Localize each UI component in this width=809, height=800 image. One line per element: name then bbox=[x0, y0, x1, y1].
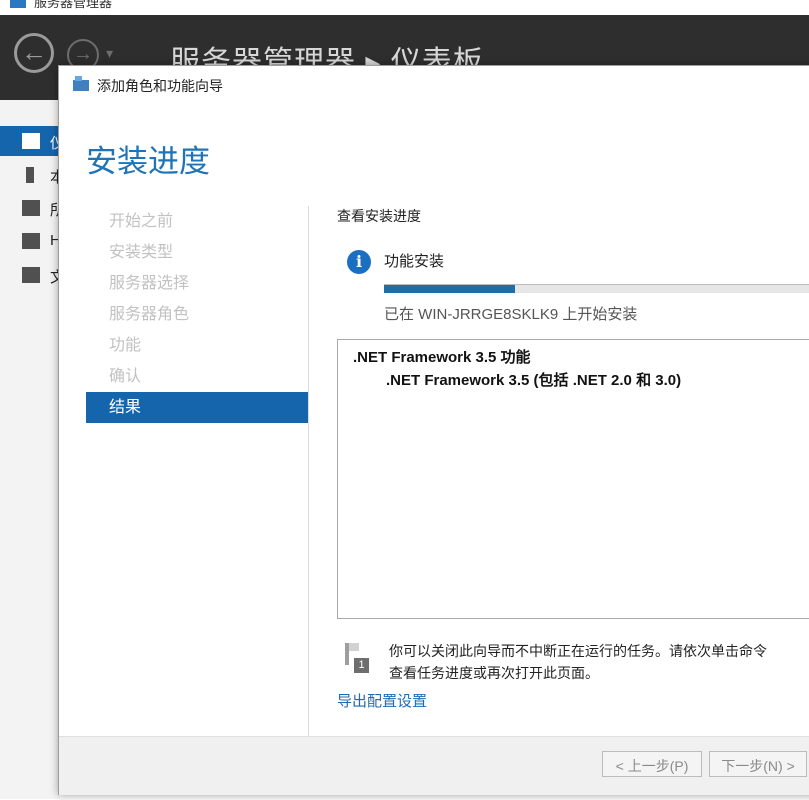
sidebar-item-all-servers[interactable]: 所 bbox=[0, 193, 65, 223]
export-configuration-link[interactable]: 导出配置设置 bbox=[337, 690, 427, 711]
wizard-footer: < 上一步(P) 下一步(N) > bbox=[59, 736, 809, 795]
list-item: .NET Framework 3.5 功能 bbox=[353, 349, 531, 366]
chevron-down-icon[interactable]: ▾ bbox=[106, 45, 113, 62]
step-server-roles[interactable]: 服务器角色 bbox=[86, 299, 308, 330]
step-results[interactable]: 结果 bbox=[86, 392, 308, 423]
step-installation-type[interactable]: 安装类型 bbox=[86, 237, 308, 268]
server-icon bbox=[26, 167, 34, 183]
results-list[interactable]: .NET Framework 3.5 功能 .NET Framework 3.5… bbox=[337, 339, 809, 619]
sidebar-item-local-server[interactable]: 本 bbox=[0, 160, 65, 190]
previous-button[interactable]: < 上一步(P) bbox=[602, 751, 702, 777]
steps-divider bbox=[308, 206, 309, 736]
wizard-app-icon bbox=[73, 76, 89, 91]
step-before-you-begin[interactable]: 开始之前 bbox=[86, 206, 308, 237]
dashboard-icon bbox=[22, 133, 40, 149]
next-button[interactable]: 下一步(N) > bbox=[709, 751, 807, 777]
install-progress-bar bbox=[384, 284, 809, 293]
info-icon: i bbox=[347, 250, 371, 274]
note-line-1: 你可以关闭此向导而不中断正在运行的任务。请依次单击命令 bbox=[389, 643, 767, 659]
install-progress-fill bbox=[384, 285, 515, 293]
wizard-titlebar: 添加角色和功能向导 bbox=[59, 66, 809, 102]
sidebar-item-dashboard[interactable]: 仪 bbox=[0, 126, 65, 156]
folder-icon bbox=[22, 267, 40, 283]
wizard-title: 添加角色和功能向导 bbox=[97, 78, 223, 94]
back-arrow-icon[interactable]: ← bbox=[14, 33, 54, 73]
flag-notification-icon: 1 bbox=[343, 643, 369, 673]
notification-count-badge: 1 bbox=[354, 658, 369, 673]
section-title: 查看安装进度 bbox=[337, 208, 421, 224]
wizard-steps-list: 开始之前 安装类型 服务器选择 服务器角色 功能 确认 结果 bbox=[86, 206, 308, 423]
step-confirmation[interactable]: 确认 bbox=[86, 361, 308, 392]
note-line-2: 查看任务进度或再次打开此页面。 bbox=[389, 665, 599, 681]
install-status-label: 功能安装 bbox=[384, 253, 445, 270]
step-server-selection[interactable]: 服务器选择 bbox=[86, 268, 308, 299]
server-manager-app-title: 服务器管理器 bbox=[34, 0, 113, 10]
server-manager-titlebar: 服务器管理器 bbox=[0, 0, 809, 15]
server-manager-icon bbox=[10, 0, 26, 8]
servers-icon bbox=[22, 200, 40, 216]
sidebar-item-hyperv[interactable]: H bbox=[0, 226, 61, 256]
sidebar-item-file-services[interactable]: 文 bbox=[0, 260, 65, 290]
list-item: .NET Framework 3.5 (包括 .NET 2.0 和 3.0) bbox=[386, 372, 682, 389]
wizard-heading: 安装进度 bbox=[86, 144, 210, 179]
add-roles-features-wizard: 添加角色和功能向导 安装进度 开始之前 安装类型 服务器选择 服务器角色 功能 … bbox=[58, 65, 809, 795]
step-features[interactable]: 功能 bbox=[86, 330, 308, 361]
close-wizard-note: 你可以关闭此向导而不中断正在运行的任务。请依次单击命令 查看任务进度或再次打开此… bbox=[389, 640, 809, 684]
progress-status-text: 已在 WIN-JRRGE8SKLK9 上开始安装 bbox=[384, 306, 638, 323]
building-icon bbox=[22, 233, 40, 249]
server-manager-sidebar: 仪 本 所 H 文 bbox=[0, 100, 65, 799]
